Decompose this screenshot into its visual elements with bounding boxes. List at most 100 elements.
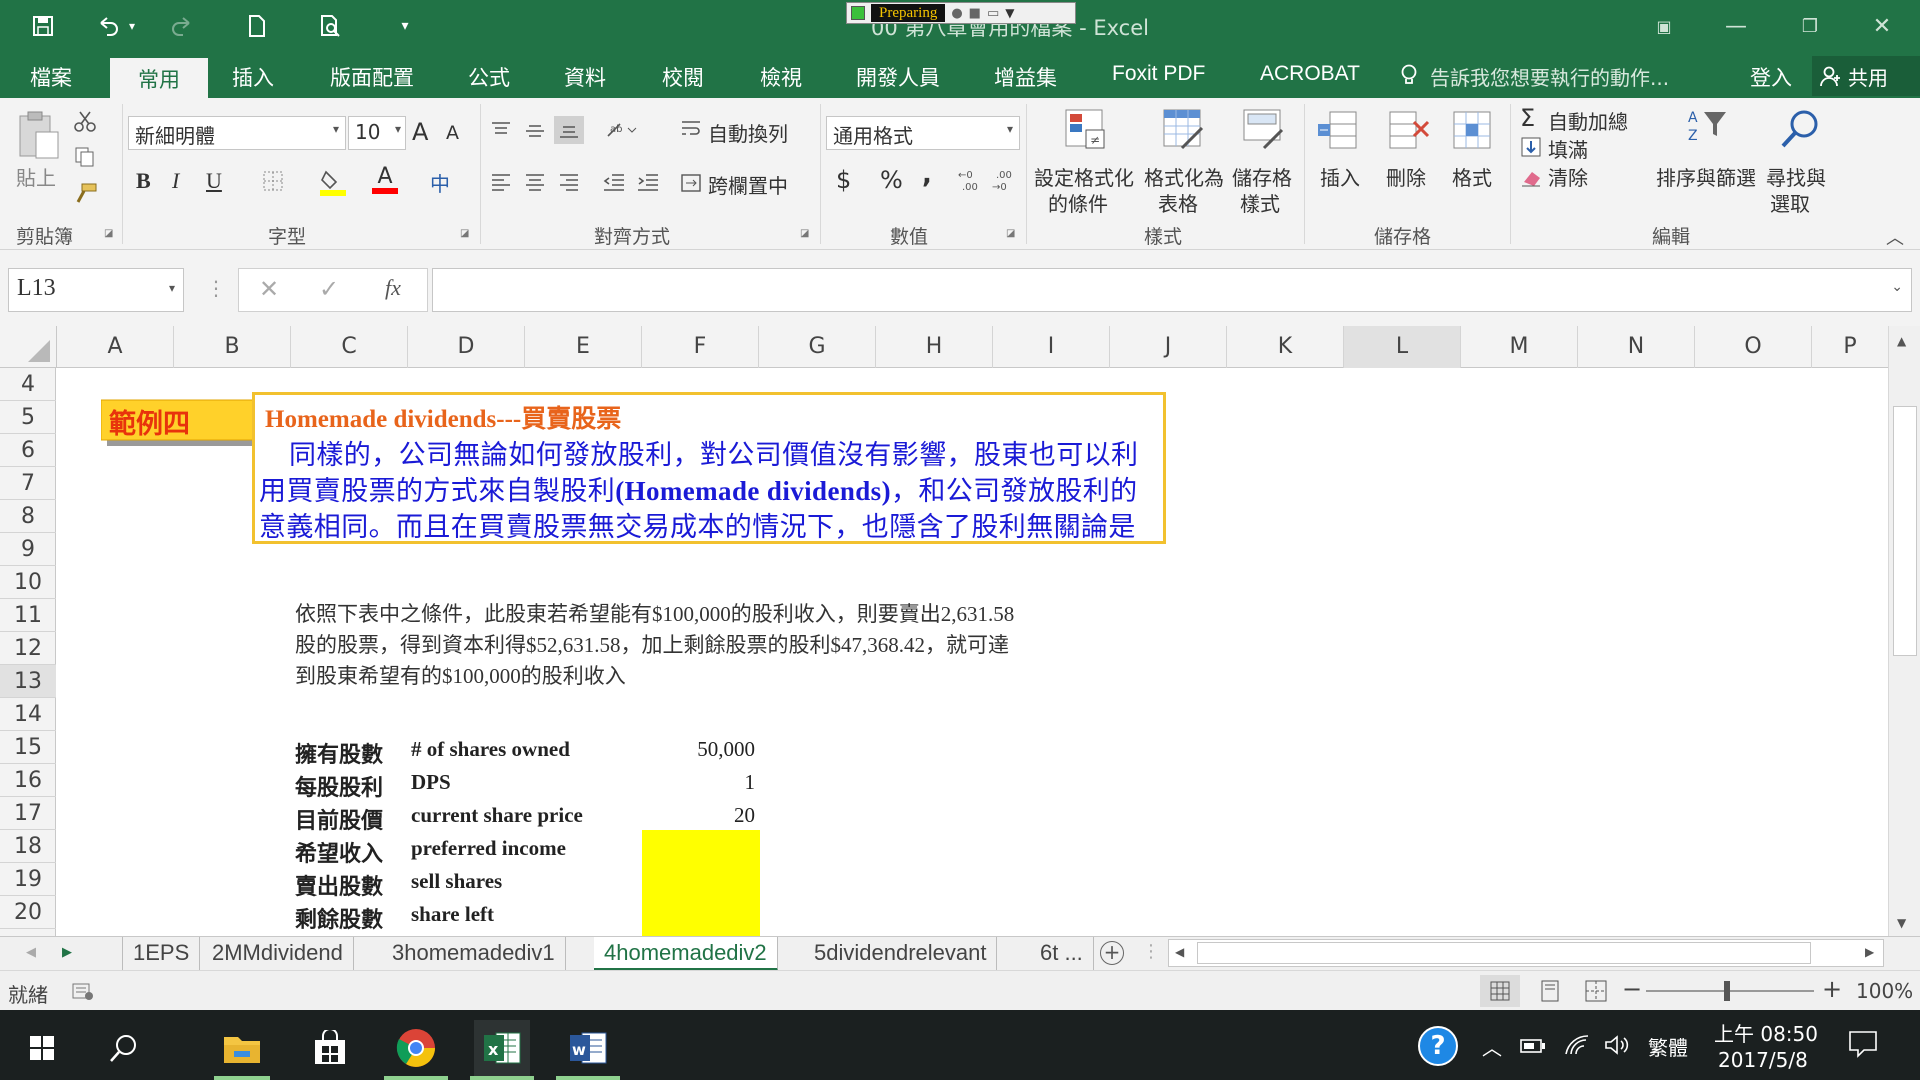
new-file-icon[interactable] <box>240 10 274 42</box>
delete-cells-icon[interactable] <box>1386 108 1430 152</box>
column-header-a[interactable]: A <box>57 326 174 368</box>
wrap-text-icon[interactable] <box>680 118 702 140</box>
sheet-tab[interactable]: 6t ... <box>1030 937 1094 971</box>
format-as-table-icon[interactable] <box>1162 108 1206 152</box>
file-explorer-icon[interactable] <box>214 1020 270 1076</box>
cell-styles-icon[interactable] <box>1242 108 1286 152</box>
row-value[interactable]: 20 <box>642 803 755 828</box>
bold-button[interactable]: B <box>136 168 151 194</box>
cell-styles-label-1[interactable]: 儲存格 <box>1232 162 1292 191</box>
recorder-widget[interactable]: Preparing ● ■ ▭ ▼ <box>846 2 1076 24</box>
column-header-i[interactable]: I <box>993 326 1110 368</box>
zoom-level[interactable]: 100% <box>1856 979 1913 1003</box>
copy-icon[interactable] <box>74 146 96 168</box>
currency-button[interactable]: $ <box>836 166 851 194</box>
column-header-f[interactable]: F <box>642 326 759 368</box>
autosum-label[interactable]: 自動加總 <box>1548 106 1628 135</box>
undo-icon[interactable] <box>92 10 126 42</box>
column-header-g[interactable]: G <box>759 326 876 368</box>
tab-home[interactable]: 常用 <box>110 58 208 98</box>
clear-icon[interactable] <box>1520 166 1542 188</box>
column-header-n[interactable]: N <box>1578 326 1695 368</box>
region-icon[interactable]: ▭ <box>987 6 999 21</box>
page-layout-view-button[interactable] <box>1530 975 1570 1007</box>
print-preview-icon[interactable] <box>314 10 348 42</box>
clock-date[interactable]: 2017/5/8 <box>1718 1048 1808 1072</box>
yellow-highlight-cells[interactable] <box>642 830 760 936</box>
row-header-18[interactable]: 18 <box>0 830 56 863</box>
expand-formula-icon[interactable]: ⌄ <box>1891 279 1903 295</box>
fill-label[interactable]: 填滿 <box>1548 134 1588 163</box>
minimize-icon[interactable]: — <box>1716 12 1756 40</box>
font-name-select[interactable]: 新細明體 ▾ <box>128 116 346 150</box>
scroll-down-icon[interactable]: ▼ <box>1897 916 1906 930</box>
font-launcher-icon[interactable]: ◪ <box>460 228 469 239</box>
scroll-right-icon[interactable]: ▶ <box>1865 945 1874 959</box>
comma-style-button[interactable]: , <box>922 160 932 190</box>
camera-icon[interactable]: ■ <box>969 6 981 21</box>
font-size-select[interactable]: 10 ▾ <box>348 116 406 150</box>
row-header-13[interactable]: 13 <box>0 665 56 698</box>
scroll-up-icon[interactable]: ▲ <box>1897 334 1906 348</box>
insert-function-button[interactable]: fx <box>385 275 401 301</box>
column-header-o[interactable]: O <box>1695 326 1812 368</box>
tab-insert[interactable]: 插入 <box>232 62 274 92</box>
tell-me-search[interactable]: 告訴我您想要執行的動作... <box>1430 62 1669 91</box>
mic-icon[interactable]: ● <box>951 6 962 21</box>
normal-view-button[interactable] <box>1480 975 1520 1007</box>
volume-icon[interactable] <box>1604 1034 1630 1056</box>
format-as-table-label-2[interactable]: 表格 <box>1158 188 1198 217</box>
italic-button[interactable]: I <box>172 168 179 194</box>
sheet-tab-active[interactable]: 4homemadediv2 <box>594 937 778 971</box>
clock-time[interactable]: 上午 08:50 <box>1714 1018 1818 1047</box>
tab-developer[interactable]: 開發人員 <box>856 62 940 92</box>
row-header-10[interactable]: 10 <box>0 566 56 599</box>
worksheet-grid[interactable]: 範例四 Homemade dividends---買賣股票 同樣的，公司無論如何… <box>57 368 1883 936</box>
conditional-format-label-1[interactable]: 設定格式化 <box>1034 162 1134 191</box>
insert-cells-icon[interactable] <box>1316 108 1360 152</box>
row-header-4[interactable]: 4 <box>0 368 56 401</box>
row-header-12[interactable]: 12 <box>0 632 56 665</box>
ribbon-display-icon[interactable]: ▣ <box>1644 12 1684 40</box>
zoom-out-button[interactable]: − <box>1622 975 1642 1003</box>
wrap-text-label[interactable]: 自動換列 <box>708 118 788 147</box>
cancel-entry-icon[interactable]: ✕ <box>259 275 279 303</box>
chrome-icon[interactable] <box>388 1020 444 1076</box>
row-header-16[interactable]: 16 <box>0 764 56 797</box>
format-cells-label[interactable]: 格式 <box>1452 162 1492 191</box>
zoom-slider[interactable] <box>1646 990 1814 992</box>
merge-center-icon[interactable] <box>680 172 702 194</box>
tab-split-grip-icon[interactable]: ⋮ <box>1142 941 1160 962</box>
percent-button[interactable]: % <box>880 166 903 194</box>
row-value[interactable]: 50,000 <box>642 737 755 762</box>
tab-formulas[interactable]: 公式 <box>468 62 510 92</box>
column-header-j[interactable]: J <box>1110 326 1227 368</box>
autosum-icon[interactable]: Σ <box>1520 104 1535 132</box>
borders-icon[interactable] <box>262 170 284 192</box>
align-right-icon[interactable] <box>558 172 580 192</box>
number-format-select[interactable]: 通用格式 ▾ <box>826 116 1020 150</box>
redo-icon[interactable] <box>164 10 198 42</box>
underline-button[interactable]: U <box>206 168 222 194</box>
find-select-label-1[interactable]: 尋找與 <box>1766 162 1826 191</box>
align-bottom-icon[interactable] <box>554 116 584 144</box>
paste-label[interactable]: 貼上 <box>16 162 56 191</box>
word-taskbar-icon[interactable]: w <box>560 1020 616 1076</box>
row-header-5[interactable]: 5 <box>0 401 56 434</box>
conditional-format-label-2[interactable]: 的條件 <box>1048 188 1108 217</box>
horizontal-scroll-thumb[interactable] <box>1197 942 1811 964</box>
signin-link[interactable]: 登入 <box>1750 62 1792 92</box>
alignment-launcher-icon[interactable]: ◪ <box>800 228 809 239</box>
column-header-l[interactable]: L <box>1344 326 1461 368</box>
tab-foxit-pdf[interactable]: Foxit PDF <box>1112 62 1205 86</box>
fill-color-icon[interactable] <box>320 168 346 196</box>
tab-file[interactable]: 檔案 <box>30 62 72 92</box>
format-as-table-label-1[interactable]: 格式化為 <box>1144 162 1224 191</box>
sheet-tab[interactable]: 3homemadediv1 <box>382 937 566 971</box>
scroll-left-icon[interactable]: ◀ <box>1175 945 1184 959</box>
shrink-font-button[interactable]: A <box>446 122 459 144</box>
page-break-view-button[interactable] <box>1576 975 1616 1007</box>
sort-filter-icon[interactable]: AZ <box>1686 108 1730 148</box>
column-header-c[interactable]: C <box>291 326 408 368</box>
tab-acrobat[interactable]: ACROBAT <box>1260 62 1360 86</box>
